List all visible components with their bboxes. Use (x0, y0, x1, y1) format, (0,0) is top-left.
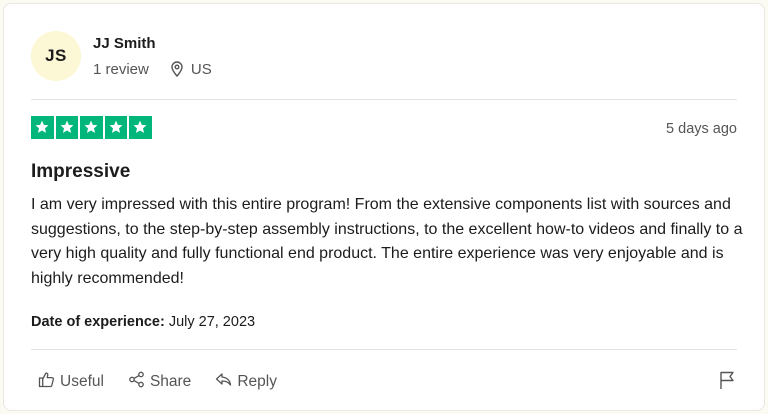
date-of-experience: Date of experience: July 27, 2023 (31, 314, 255, 330)
star-icon (55, 116, 78, 139)
star-rating (31, 116, 152, 139)
star-icon (104, 116, 127, 139)
divider (31, 99, 737, 100)
useful-button[interactable]: Useful (38, 371, 104, 393)
share-button[interactable]: Share (128, 371, 191, 393)
reviewer-header: JS JJ Smith 1 review US (31, 31, 212, 81)
useful-label: Useful (60, 373, 104, 390)
share-icon (128, 371, 150, 393)
location-pin-icon (169, 61, 185, 77)
reviewer-country: US (190, 60, 212, 78)
review-count: 1 review (93, 60, 149, 78)
review-actions: Useful Share Reply (38, 371, 301, 393)
experience-date: July 27, 2023 (168, 314, 256, 330)
reply-label: Reply (237, 373, 277, 390)
divider (31, 349, 737, 350)
reviewer-name[interactable]: JJ Smith (93, 35, 212, 52)
thumbs-up-icon (38, 371, 60, 393)
review-card: JS JJ Smith 1 review US 5 days ago Impre… (3, 3, 765, 411)
reply-button[interactable]: Reply (215, 371, 277, 393)
review-title[interactable]: Impressive (31, 161, 130, 183)
reply-icon (215, 371, 237, 393)
star-icon (80, 116, 103, 139)
reviewer-meta: 1 review US (93, 61, 212, 78)
star-icon (129, 116, 152, 139)
star-icon (31, 116, 54, 139)
share-label: Share (149, 373, 192, 390)
flag-icon[interactable] (718, 370, 736, 395)
reviewer-info: JJ Smith 1 review US (93, 35, 212, 78)
experience-label: Date of experience: (31, 314, 165, 330)
review-date: 5 days ago (666, 121, 737, 137)
review-body: I am very impressed with this entire pro… (31, 196, 743, 287)
avatar[interactable]: JS (31, 31, 81, 81)
